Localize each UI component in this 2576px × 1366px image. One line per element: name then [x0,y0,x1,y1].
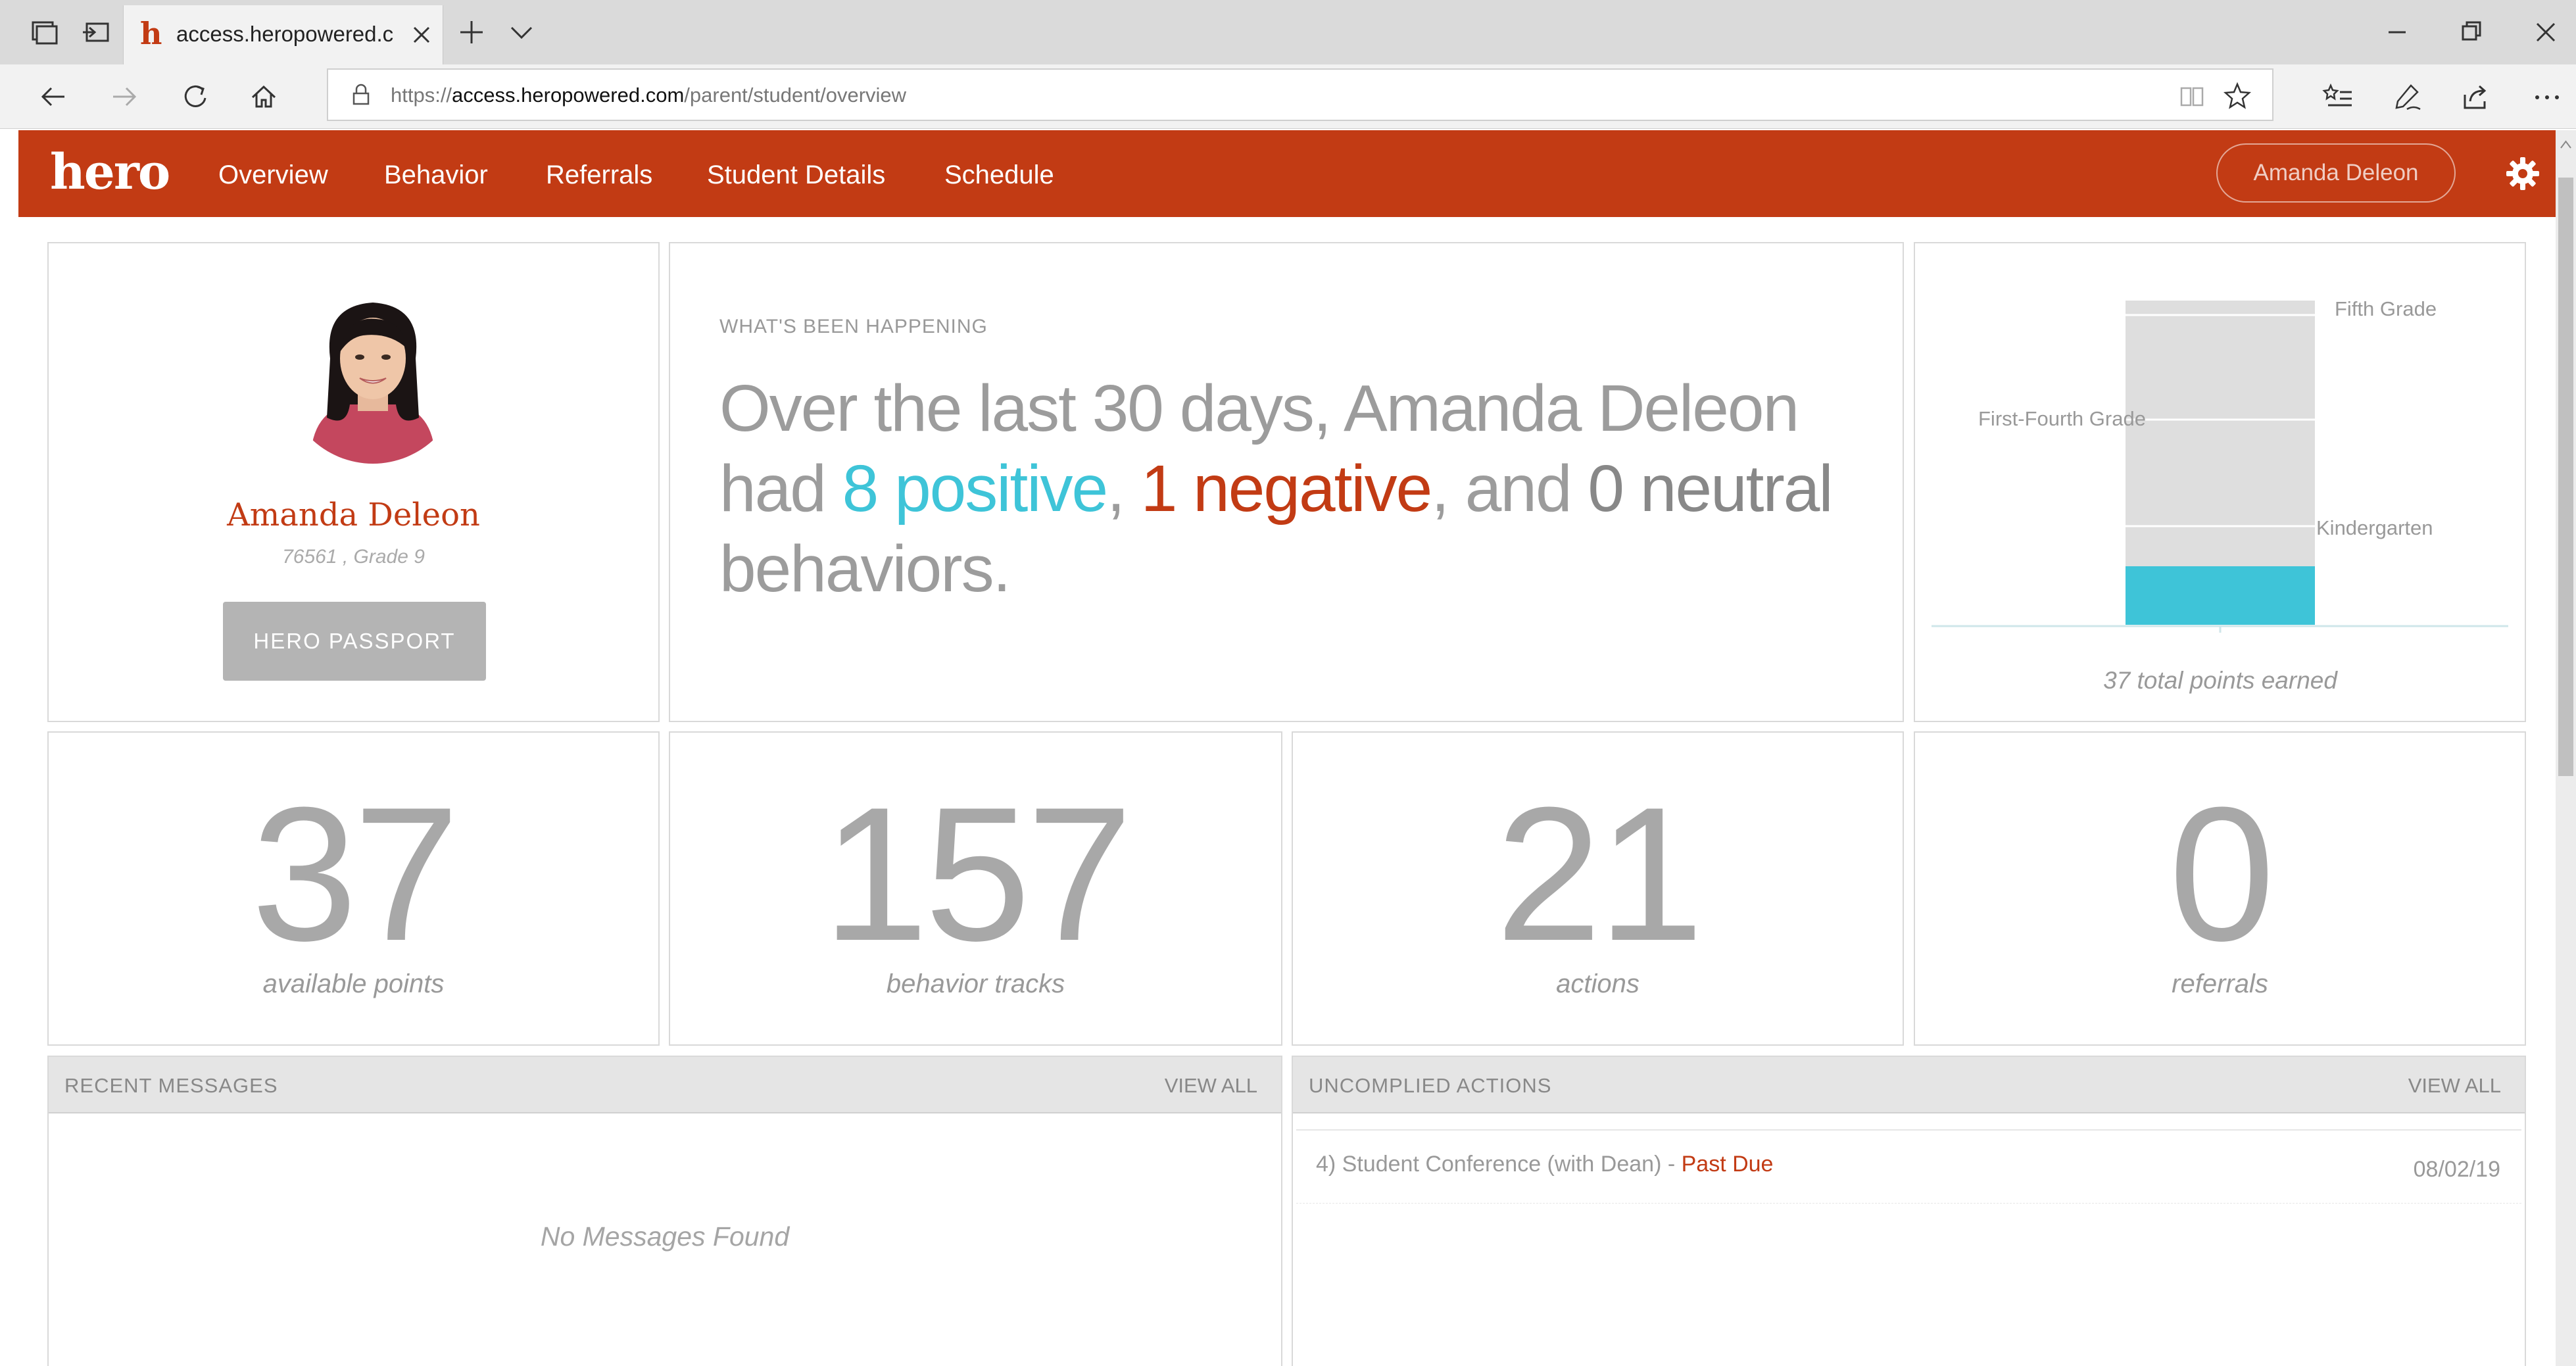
summary-heading: WHAT'S BEEN HAPPENING [719,316,988,337]
minimize-icon[interactable] [2381,16,2414,49]
actions-card: 21 actions [1292,731,1904,1046]
recent-messages-panel: RECENT MESSAGES VIEW ALL No Messages Fou… [47,1056,1282,1366]
tab-preview-icon[interactable] [28,16,61,49]
back-icon[interactable] [37,80,70,113]
new-tab-icon[interactable] [455,16,488,49]
reading-view-icon[interactable] [2177,82,2206,110]
favorite-star-icon[interactable] [2222,80,2252,110]
scrollbar-thumb[interactable] [2558,178,2573,776]
behavior-tracks-card: 157 behavior tracks [669,731,1282,1046]
refresh-icon[interactable] [179,80,212,113]
hero-favicon-icon: h [140,16,162,51]
gear-icon[interactable] [2504,155,2541,192]
student-name: Amanda Deleon [227,497,480,533]
chart-caption: 37 total points earned [2103,667,2338,694]
panel-header: RECENT MESSAGES VIEW ALL [49,1057,1281,1113]
hero-passport-button[interactable]: HERO PASSPORT [223,602,486,681]
level-label-kindergarten: Kindergarten [2316,516,2433,539]
neutral-count: 0 [1588,452,1624,525]
stat-value: 157 [822,768,1133,981]
positive-word: positive [894,452,1108,525]
app-header: hero Overview Behavior Referrals Student… [18,130,2556,217]
nav-student-details[interactable]: Student Details [707,159,885,191]
stat-label: available points [262,969,445,998]
close-window-icon[interactable] [2529,16,2562,49]
stat-value: 0 [2168,768,2275,981]
stat-label: actions [1556,969,1640,998]
stat-label: behavior tracks [886,969,1065,998]
forward-icon[interactable] [108,80,141,113]
behavior-summary-card: WHAT'S BEEN HAPPENING Over the last 30 d… [669,242,1904,722]
address-bar[interactable]: https://access.heropowered.com/parent/st… [327,68,2273,121]
tab-title: access.heropowered.com [176,22,393,46]
available-points-card: 37 available points [47,731,660,1046]
panel-header: UNCOMPLIED ACTIONS VIEW ALL [1293,1057,2525,1113]
favorites-list-icon[interactable] [2321,80,2354,113]
nav-overview[interactable]: Overview [218,159,328,191]
avatar [284,286,462,464]
nav-schedule[interactable]: Schedule [944,159,1054,191]
address-toolbar: https://access.heropowered.com/parent/st… [0,64,2576,129]
more-menu-icon[interactable] [2531,80,2564,113]
chart-bar-earned [2126,566,2315,625]
tab-list-chevron-icon[interactable] [505,16,538,49]
url-text[interactable]: https://access.heropowered.com/parent/st… [391,82,906,109]
share-icon[interactable] [2460,80,2492,113]
panel-title: RECENT MESSAGES [64,1074,278,1097]
set-aside-tabs-icon[interactable] [80,16,113,49]
points-level-chart: Fifth Grade First-Fourth Grade Kindergar… [1932,297,2508,694]
referrals-card: 0 referrals [1914,731,2526,1046]
view-all-actions-link[interactable]: VIEW ALL [2408,1074,2501,1098]
negative-word: negative [1193,452,1432,525]
level-label-first-fourth-grade: First-Fourth Grade [1978,407,2146,430]
negative-count: 1 [1140,452,1178,525]
list-item[interactable]: 4) Student Conference (with Dean) - Past… [1296,1129,2521,1204]
browser-tab[interactable]: h access.heropowered.com [123,5,443,64]
pen-notes-icon[interactable] [2391,80,2424,113]
neutral-word: neutral [1640,452,1834,525]
uncomplied-actions-panel: UNCOMPLIED ACTIONS VIEW ALL 4) Student C… [1292,1056,2526,1366]
lock-icon[interactable] [348,82,374,108]
browser-tab-bar: h access.heropowered.com [0,0,2576,64]
home-icon[interactable] [247,80,280,113]
view-all-messages-link[interactable]: VIEW ALL [1165,1074,1257,1098]
stat-label: referrals [2172,969,2268,998]
action-description[interactable]: 4) Student Conference (with Dean) - Past… [1316,1152,1773,1177]
nav-behavior[interactable]: Behavior [384,159,488,191]
close-tab-icon[interactable] [406,20,437,50]
scroll-up-arrow-icon[interactable] [2558,135,2573,155]
restore-icon[interactable] [2455,16,2488,49]
summary-sentence: Over the last 30 days, Amanda Deleon had… [719,372,1834,606]
empty-state-text: No Messages Found [540,1221,790,1252]
nav-referrals[interactable]: Referrals [546,159,652,191]
user-menu-button[interactable]: Amanda Deleon [2216,143,2456,203]
action-date: 08/02/19 [2413,1157,2500,1182]
stat-value: 37 [251,768,460,981]
hero-logo[interactable]: hero [50,139,170,205]
status-badge: Past Due [1681,1152,1774,1177]
stat-value: 21 [1495,768,1704,981]
panel-title: UNCOMPLIED ACTIONS [1309,1074,1552,1097]
points-chart-card: Fifth Grade First-Fourth Grade Kindergar… [1914,242,2526,722]
positive-count: 8 [842,452,879,525]
student-id-grade: 76561 , Grade 9 [282,546,425,568]
student-profile-card: Amanda Deleon 76561 , Grade 9 HERO PASSP… [47,242,660,722]
level-label-fifth-grade: Fifth Grade [2335,297,2437,320]
